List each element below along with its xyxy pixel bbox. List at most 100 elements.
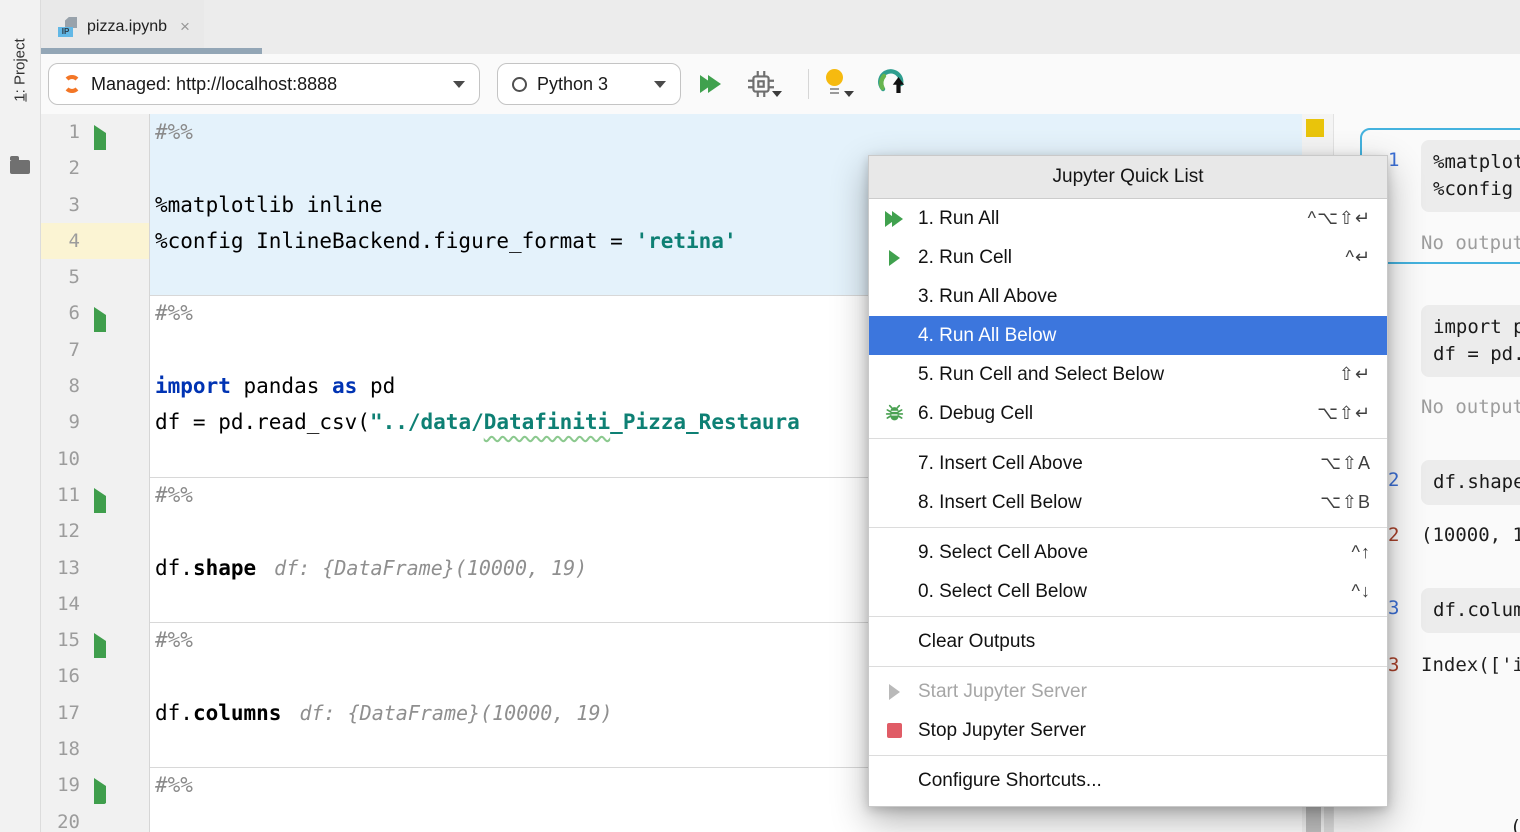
gutter: 19 [40, 767, 150, 803]
menu-item[interactable]: 3. Run All Above [869, 277, 1387, 316]
project-tool-window-button[interactable]: 1: Project [12, 38, 29, 101]
gutter: 3 [40, 187, 150, 223]
gutter-spacer [94, 523, 107, 539]
menu-item[interactable]: 4. Run All Below [869, 316, 1387, 355]
code-segment: df: {DataFrame}(10000, 19) [299, 701, 612, 725]
gutter-spacer [94, 415, 107, 431]
lightbulb-base [830, 88, 839, 90]
lightbulb-icon [826, 69, 843, 86]
preview-code-cell[interactable]: df.columns [1421, 588, 1520, 633]
execution-count-in: 3 [1388, 597, 1414, 619]
gutter-spacer [94, 378, 107, 394]
menu-item-label: Stop Jupyter Server [918, 720, 1086, 742]
run-cell-gutter-button[interactable] [94, 632, 107, 648]
line-number: 18 [40, 731, 80, 767]
menu-separator [869, 438, 1387, 439]
run-all-icon [879, 209, 909, 229]
code-segment: columns [193, 701, 282, 725]
tab-pizza-ipynb[interactable]: IP pizza.ipynb × [40, 0, 204, 54]
preview-code-cell[interactable]: %matplotlib inline%config InlineBack [1421, 140, 1520, 212]
chevron-down-icon [654, 81, 666, 88]
code-line[interactable]: #%% [150, 114, 1302, 150]
menu-item[interactable]: 2. Run Cell^↵ [869, 238, 1387, 277]
gutter: 10 [40, 441, 150, 477]
menu-item[interactable]: 7. Insert Cell Above⌥⇧A [869, 444, 1387, 483]
code-segment: %config InlineBackend.figure_format = [155, 229, 635, 253]
menu-item[interactable]: 0. Select Cell Below^↓ [869, 572, 1387, 611]
menu-item[interactable]: Configure Shortcuts... [869, 761, 1387, 800]
menu-item[interactable]: Clear Outputs [869, 622, 1387, 661]
scrollbar-thumb[interactable] [1306, 805, 1321, 832]
preview-code-line: df = pd.read_csv(" [1433, 341, 1520, 368]
tab-title: pizza.ipynb [87, 18, 167, 36]
menu-item-shortcut: ⌥⇧B [1320, 492, 1371, 513]
menu-item[interactable]: 1. Run All^⌥⇧↵ [869, 199, 1387, 238]
preview-code-line: import pandas as pd [1433, 314, 1520, 341]
start-disabled-icon [879, 682, 909, 702]
notebook-toolbar: Managed: http://localhost:8888 Python 3 [40, 54, 1520, 114]
menu-item[interactable]: 5. Run Cell and Select Below⇧↵ [869, 355, 1387, 394]
gutter-spacer [94, 705, 107, 721]
folder-icon[interactable] [10, 160, 30, 174]
execution-count-out: 2 [1388, 524, 1414, 546]
project-label: : Project [12, 38, 29, 93]
chevron-down-icon [844, 91, 854, 97]
stop-icon [879, 721, 909, 741]
code-segment: Datafiniti [484, 410, 610, 434]
run-cell-gutter-button[interactable] [94, 306, 107, 322]
popup-title: Jupyter Quick List [869, 156, 1387, 199]
gutter-spacer [94, 560, 107, 576]
menu-item-icon-slot [879, 326, 909, 346]
line-number: 3 [40, 187, 80, 223]
gutter-spacer [94, 741, 107, 757]
code-line[interactable] [150, 804, 1302, 832]
execution-count-in: 1 [1388, 149, 1414, 171]
line-number: 4 [40, 223, 80, 259]
menu-item[interactable]: Stop Jupyter Server [869, 711, 1387, 750]
left-tool-stripe: 1: Project [0, 0, 41, 832]
preview-code-line: df.columns [1433, 597, 1520, 624]
close-tab-icon[interactable]: × [180, 17, 190, 37]
gutter-spacer [94, 669, 107, 685]
line-number: 12 [40, 513, 80, 549]
run-all-button[interactable] [700, 75, 721, 93]
panel-splitter[interactable] [1324, 805, 1333, 832]
menu-item[interactable]: 6. Debug Cell⌥⇧↵ [869, 394, 1387, 433]
line-number: 11 [40, 477, 80, 513]
restart-kernel-button[interactable] [748, 71, 774, 97]
menu-item[interactable]: Start Jupyter Server [869, 672, 1387, 711]
menu-item-label: 2. Run Cell [918, 247, 1012, 269]
gutter: 17 [40, 695, 150, 731]
gutter: 11 [40, 477, 150, 513]
menu-item-shortcut: ^↓ [1352, 581, 1371, 602]
preview-code-cell[interactable]: import pandas as pddf = pd.read_csv(" [1421, 305, 1520, 377]
preview-code-line: %config InlineBack [1433, 176, 1520, 203]
menu-separator [869, 616, 1387, 617]
code-segment: "../data/ [370, 410, 484, 434]
update-project-button[interactable] [876, 67, 906, 97]
kernel-label: Python 3 [537, 74, 608, 95]
jupyter-server-combo[interactable]: Managed: http://localhost:8888 [48, 63, 480, 105]
run-cell-gutter-button[interactable] [94, 777, 107, 793]
gutter-spacer [94, 197, 107, 213]
menu-item-label: Configure Shortcuts... [918, 770, 1102, 792]
menu-item-icon-slot [879, 454, 909, 474]
menu-item-shortcut: ⌥⇧↵ [1317, 403, 1371, 424]
run-cell-gutter-button[interactable] [94, 487, 107, 503]
debug-icon [879, 404, 909, 424]
quick-actions-button[interactable] [824, 69, 850, 97]
menu-item-icon-slot [879, 365, 909, 385]
menu-item[interactable]: 9. Select Cell Above^↑ [869, 533, 1387, 572]
menu-item-shortcut: ^⌥⇧↵ [1308, 208, 1371, 229]
editor-tab-bar: IP pizza.ipynb × [40, 0, 1520, 54]
gutter: 6 [40, 295, 150, 331]
code-segment: pandas [231, 374, 332, 398]
run-cell-gutter-button[interactable] [94, 124, 107, 140]
menu-item[interactable]: 8. Insert Cell Below⌥⇧B [869, 483, 1387, 522]
kernel-combo[interactable]: Python 3 [497, 63, 681, 105]
preview-code-line: %matplotlib inline [1433, 149, 1520, 176]
run-icon [879, 248, 909, 268]
preview-output: No output [1421, 396, 1520, 418]
preview-code-cell[interactable]: df.shape [1421, 460, 1520, 505]
menu-item-label: 4. Run All Below [918, 325, 1056, 347]
